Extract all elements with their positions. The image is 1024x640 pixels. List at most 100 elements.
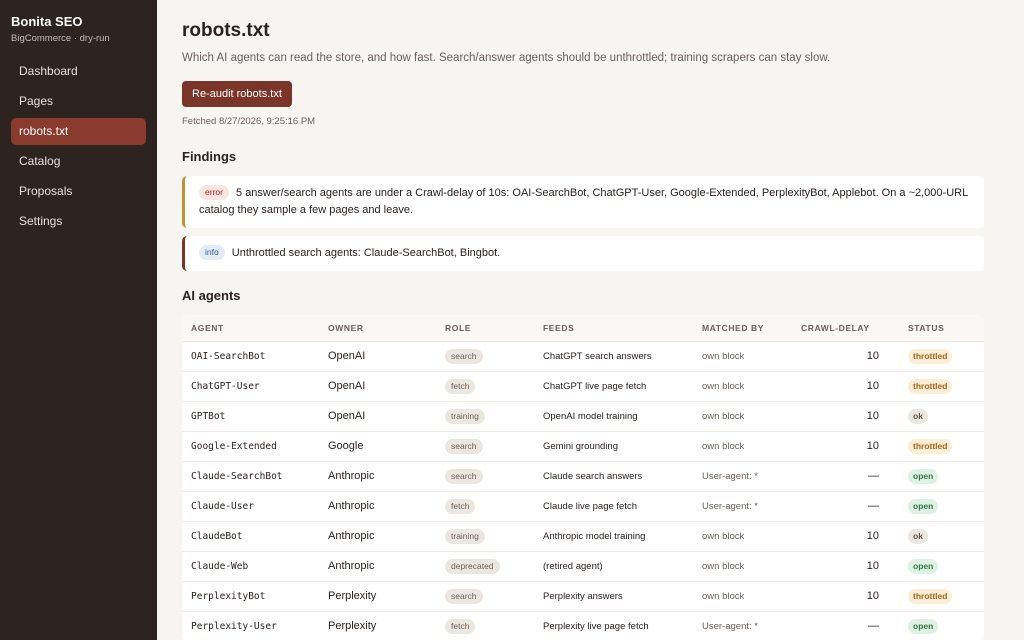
owner-cell: Perplexity bbox=[319, 581, 436, 612]
role-badge: training bbox=[445, 528, 485, 544]
feeds-cell: Claude search answers bbox=[534, 461, 693, 492]
role-cell: deprecated bbox=[436, 551, 534, 582]
findings-list: error 5 answer/search agents are under a… bbox=[182, 176, 984, 271]
matched-by-cell: own block bbox=[693, 431, 792, 462]
agents-title: AI agents bbox=[182, 288, 241, 303]
status-cell: open bbox=[899, 551, 984, 582]
table-row[interactable]: ChatGPT-User OpenAI fetch ChatGPT live page… bbox=[182, 371, 984, 402]
role-cell: fetch bbox=[436, 491, 534, 522]
status-badge: open bbox=[908, 618, 939, 634]
status-badge: open bbox=[908, 468, 939, 484]
status-badge: throttled bbox=[908, 378, 953, 394]
col-owner: Owner bbox=[319, 315, 436, 342]
sidebar-item-dashboard[interactable]: Dashboard bbox=[11, 58, 146, 85]
feeds-cell: ChatGPT live page fetch bbox=[534, 371, 693, 402]
table-row[interactable]: Perplexity-User Perplexity fetch Perplexity… bbox=[182, 611, 984, 640]
sidebar-item-proposals[interactable]: Proposals bbox=[11, 178, 146, 205]
crawl-delay-cell: 10 bbox=[792, 371, 899, 402]
feeds-cell: Perplexity answers bbox=[534, 581, 693, 612]
finding-info: info Unthrottled search agents: Claude-S… bbox=[182, 236, 984, 271]
role-badge: deprecated bbox=[445, 558, 500, 574]
status-cell: ok bbox=[899, 401, 984, 432]
crawl-delay-cell: 10 bbox=[792, 401, 899, 432]
owner-cell: OpenAI bbox=[319, 401, 436, 432]
col-matched-by: Matched by bbox=[693, 315, 792, 342]
owner-cell: Anthropic bbox=[319, 521, 436, 552]
status-cell: ok bbox=[899, 521, 984, 552]
role-badge: search bbox=[445, 438, 483, 454]
owner-cell: Anthropic bbox=[319, 551, 436, 582]
matched-by-cell: own block bbox=[693, 371, 792, 402]
status-cell: open bbox=[899, 461, 984, 492]
role-cell: search bbox=[436, 461, 534, 492]
table-row[interactable]: Claude-Web Anthropic deprecated (retired ag… bbox=[182, 551, 984, 582]
table-row[interactable]: Claude-User Anthropic fetch Claude live pag… bbox=[182, 491, 984, 522]
status-cell: open bbox=[899, 611, 984, 640]
table-row[interactable]: Claude-SearchBot Anthropic search Claude se… bbox=[182, 461, 984, 492]
status-badge: throttled bbox=[908, 438, 953, 454]
owner-cell: OpenAI bbox=[319, 341, 436, 372]
crawl-delay-cell: — bbox=[792, 461, 899, 492]
status-badge: throttled bbox=[908, 348, 953, 364]
crawl-delay-cell: 10 bbox=[792, 341, 899, 372]
feeds-cell: ChatGPT search answers bbox=[534, 341, 693, 372]
role-badge: fetch bbox=[445, 378, 476, 394]
table-header-row: Agent Owner Role Feeds Matched by Crawl-… bbox=[182, 315, 984, 342]
table-row[interactable]: ClaudeBot Anthropic training Anthropic mode… bbox=[182, 521, 984, 552]
feeds-cell: Claude live page fetch bbox=[534, 491, 693, 522]
crawl-delay-cell: 10 bbox=[792, 431, 899, 462]
feeds-cell: Gemini grounding bbox=[534, 431, 693, 462]
agents-table-body: OAI-SearchBot OpenAI search ChatGPT search … bbox=[182, 341, 984, 640]
brand-title: Bonita SEO bbox=[11, 14, 83, 29]
crawl-delay-cell: — bbox=[792, 491, 899, 522]
status-badge: open bbox=[908, 558, 939, 574]
agents-table-wrap: Agent Owner Role Feeds Matched by Crawl-… bbox=[182, 315, 984, 640]
status-cell: open bbox=[899, 491, 984, 522]
role-cell: training bbox=[436, 521, 534, 552]
table-row[interactable]: PerplexityBot Perplexity search Perplexity … bbox=[182, 581, 984, 612]
matched-by-cell: User-agent: * bbox=[693, 611, 792, 640]
crawl-delay-cell: 10 bbox=[792, 581, 899, 612]
agent-cell: ClaudeBot bbox=[182, 521, 319, 552]
status-cell: throttled bbox=[899, 371, 984, 402]
status-cell: throttled bbox=[899, 341, 984, 372]
status-badge: ok bbox=[908, 528, 928, 544]
sidebar-item-catalog[interactable]: Catalog bbox=[11, 148, 146, 175]
matched-by-cell: own block bbox=[693, 581, 792, 612]
matched-by-cell: own block bbox=[693, 521, 792, 552]
agent-cell: Claude-Web bbox=[182, 551, 319, 582]
agent-cell: Claude-User bbox=[182, 491, 319, 522]
role-badge: search bbox=[445, 468, 483, 484]
agent-cell: OAI-SearchBot bbox=[182, 341, 319, 372]
role-badge: search bbox=[445, 588, 483, 604]
agent-cell: Google-Extended bbox=[182, 431, 319, 462]
main-content: robots.txt Which AI agents can read the … bbox=[157, 0, 1024, 640]
role-cell: search bbox=[436, 341, 534, 372]
table-row[interactable]: OAI-SearchBot OpenAI search ChatGPT search … bbox=[182, 341, 984, 372]
crawl-delay-cell: 10 bbox=[792, 551, 899, 582]
sidebar-item-robots-txt[interactable]: robots.txt bbox=[11, 118, 146, 145]
status-cell: throttled bbox=[899, 581, 984, 612]
crawl-delay-cell: — bbox=[792, 611, 899, 640]
owner-cell: OpenAI bbox=[319, 371, 436, 402]
fetched-timestamp: Fetched 8/27/2026, 9:25:16 PM bbox=[182, 116, 316, 127]
role-badge: fetch bbox=[445, 618, 476, 634]
owner-cell: Anthropic bbox=[319, 461, 436, 492]
agent-cell: Claude-SearchBot bbox=[182, 461, 319, 492]
reaudit-button[interactable]: Re-audit robots.txt bbox=[182, 81, 292, 107]
matched-by-cell: own block bbox=[693, 401, 792, 432]
findings-title: Findings bbox=[182, 149, 237, 164]
status-badge: open bbox=[908, 498, 939, 514]
brand-subtitle: BigCommerce · dry-run bbox=[11, 33, 110, 44]
table-row[interactable]: Google-Extended Google search Gemini ground… bbox=[182, 431, 984, 462]
table-row[interactable]: GPTBot OpenAI training OpenAI model trainin… bbox=[182, 401, 984, 432]
sidebar-item-settings[interactable]: Settings bbox=[11, 208, 146, 235]
agent-cell: Perplexity-User bbox=[182, 611, 319, 640]
role-cell: fetch bbox=[436, 611, 534, 640]
sidebar-item-pages[interactable]: Pages bbox=[11, 88, 146, 115]
crawl-delay-cell: 10 bbox=[792, 521, 899, 552]
role-cell: search bbox=[436, 431, 534, 462]
finding-error: error 5 answer/search agents are under a… bbox=[182, 176, 984, 228]
feeds-cell: Anthropic model training bbox=[534, 521, 693, 552]
col-role: Role bbox=[436, 315, 534, 342]
